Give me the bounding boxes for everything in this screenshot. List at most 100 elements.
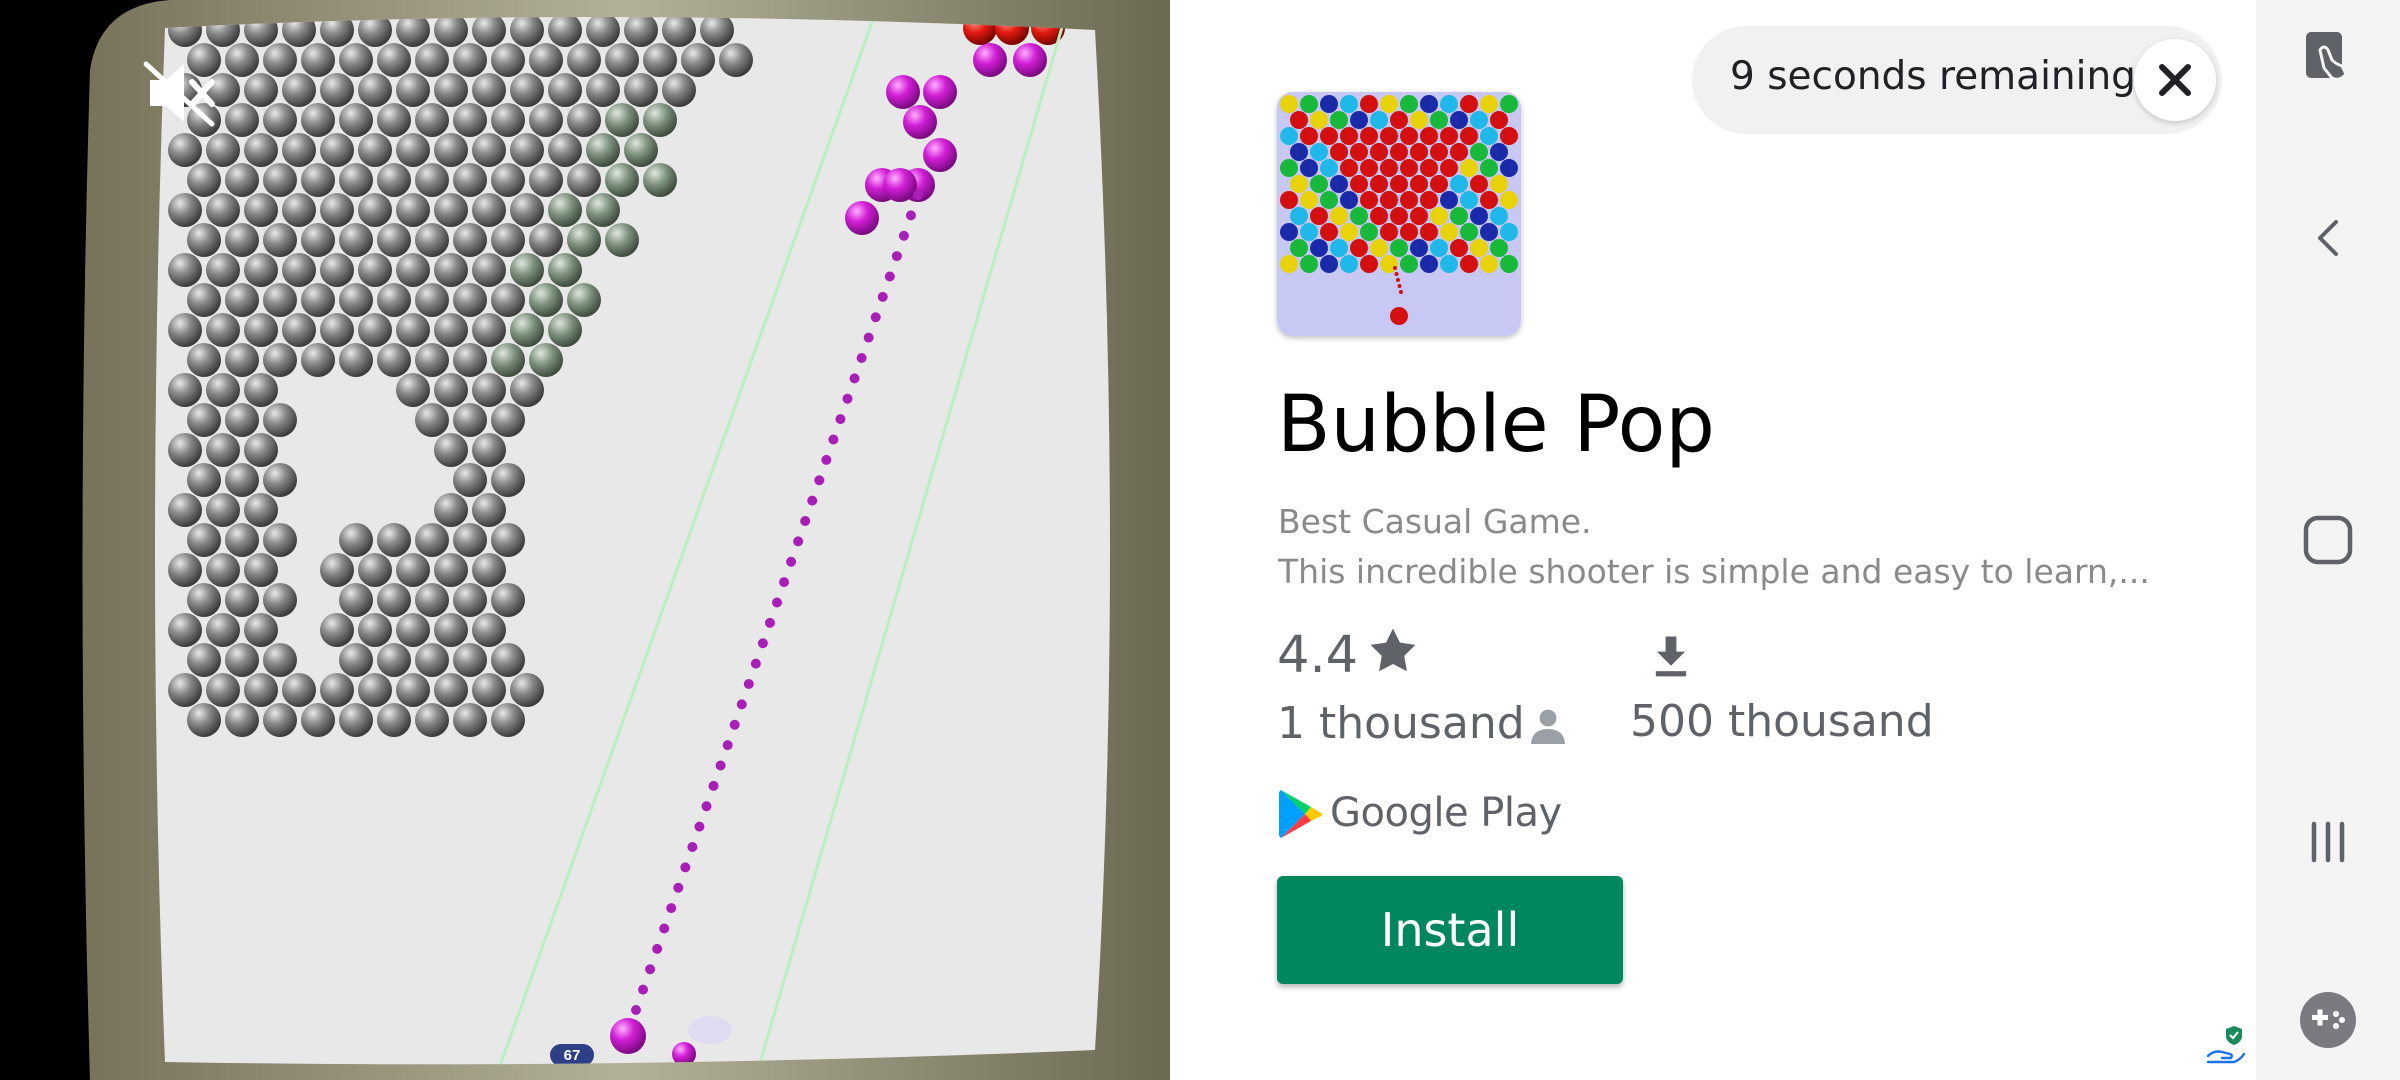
aim-dot bbox=[772, 597, 782, 608]
bubble bbox=[453, 223, 487, 257]
bubble bbox=[263, 643, 297, 677]
icon-bubble bbox=[1360, 191, 1378, 209]
bubble bbox=[396, 73, 430, 107]
bubble bbox=[472, 16, 506, 47]
bubble bbox=[187, 523, 221, 557]
icon-bubble bbox=[1280, 127, 1298, 145]
icon-bubble bbox=[1300, 127, 1318, 145]
bubble bbox=[605, 103, 639, 137]
bubble bbox=[168, 493, 202, 527]
aim-dot bbox=[835, 414, 846, 425]
bubble bbox=[415, 523, 449, 557]
icon-bubble bbox=[1290, 175, 1308, 193]
bubble bbox=[168, 373, 202, 407]
icon-bubble bbox=[1380, 191, 1398, 209]
bubble bbox=[510, 16, 544, 47]
bubble bbox=[529, 43, 563, 77]
bubble bbox=[453, 343, 487, 377]
icon-bubble bbox=[1350, 239, 1368, 257]
aim-dot bbox=[687, 842, 698, 852]
bubble bbox=[263, 103, 297, 137]
bubble bbox=[396, 373, 430, 407]
icon-bubble bbox=[1400, 191, 1418, 209]
bubble-magenta bbox=[973, 43, 1007, 77]
install-button[interactable]: Install bbox=[1277, 876, 1623, 984]
bubble bbox=[510, 373, 544, 407]
icon-bubble bbox=[1320, 159, 1338, 177]
icon-bubble bbox=[1330, 207, 1348, 225]
icon-bubble bbox=[1380, 95, 1398, 113]
bubble bbox=[491, 583, 525, 617]
ad-choices-icon[interactable] bbox=[2204, 1022, 2248, 1066]
icon-bubble bbox=[1500, 191, 1518, 209]
bubble bbox=[244, 553, 278, 587]
bubble bbox=[567, 163, 601, 197]
bubble bbox=[434, 553, 468, 587]
aim-dot bbox=[891, 251, 902, 262]
icon-bubble bbox=[1440, 255, 1458, 273]
bubble bbox=[453, 103, 487, 137]
icon-aim-dot bbox=[1397, 284, 1402, 288]
bubble bbox=[643, 43, 677, 77]
bubble bbox=[624, 133, 658, 167]
home-button[interactable] bbox=[2290, 502, 2366, 578]
bubble bbox=[263, 703, 297, 737]
bubble bbox=[263, 463, 297, 497]
bubble bbox=[168, 553, 202, 587]
bubble bbox=[396, 253, 430, 287]
app-description-line-1: Best Casual Game. bbox=[1278, 502, 1592, 541]
recents-button[interactable] bbox=[2290, 804, 2366, 880]
bubble bbox=[719, 43, 753, 77]
icon-bubble bbox=[1280, 95, 1298, 113]
back-button[interactable] bbox=[2290, 200, 2366, 276]
bubble bbox=[168, 313, 202, 347]
bubble bbox=[206, 253, 240, 287]
bubble bbox=[377, 523, 411, 557]
icon-bubble bbox=[1290, 239, 1308, 257]
screenshot-button[interactable] bbox=[2290, 20, 2366, 96]
icon-bubble bbox=[1340, 255, 1358, 273]
icon-bubble bbox=[1340, 95, 1358, 113]
icon-bubble bbox=[1330, 175, 1348, 193]
icon-bubble bbox=[1330, 111, 1348, 129]
bubble bbox=[339, 343, 373, 377]
bubble bbox=[244, 373, 278, 407]
bubble bbox=[339, 163, 373, 197]
icon-bubble bbox=[1450, 111, 1468, 129]
bubble bbox=[491, 43, 525, 77]
bubble bbox=[225, 103, 259, 137]
bubble bbox=[377, 283, 411, 317]
icon-bubble bbox=[1330, 143, 1348, 161]
bubble bbox=[301, 103, 335, 137]
icon-bubble bbox=[1410, 175, 1428, 193]
icon-bubble bbox=[1500, 223, 1518, 241]
aim-dot bbox=[736, 699, 747, 710]
close-button[interactable] bbox=[2134, 39, 2216, 121]
bubble bbox=[282, 193, 316, 227]
icon-bubble bbox=[1490, 239, 1508, 257]
bubble-magenta bbox=[923, 138, 957, 172]
bubble bbox=[358, 313, 392, 347]
icon-bubble bbox=[1410, 207, 1428, 225]
icon-bubble bbox=[1290, 207, 1308, 225]
game-tools-icon bbox=[2300, 992, 2356, 1048]
mute-button[interactable] bbox=[140, 58, 220, 128]
bubble bbox=[377, 163, 411, 197]
bubble bbox=[510, 253, 544, 287]
icon-bubble bbox=[1450, 207, 1468, 225]
bubble bbox=[586, 133, 620, 167]
bubble bbox=[377, 223, 411, 257]
icon-bubble bbox=[1460, 223, 1478, 241]
app-icon[interactable] bbox=[1277, 92, 1521, 336]
icon-bubble bbox=[1420, 223, 1438, 241]
game-preview-video[interactable]: 67 bbox=[0, 0, 1170, 1080]
bubble bbox=[358, 673, 392, 707]
bubble bbox=[396, 613, 430, 647]
icon-bubble bbox=[1440, 159, 1458, 177]
bubble bbox=[320, 553, 354, 587]
aim-dot bbox=[729, 719, 740, 730]
bubble bbox=[472, 493, 506, 527]
game-tools-button[interactable] bbox=[2290, 982, 2366, 1058]
icon-bubble bbox=[1450, 239, 1468, 257]
icon-bubble bbox=[1460, 191, 1478, 209]
